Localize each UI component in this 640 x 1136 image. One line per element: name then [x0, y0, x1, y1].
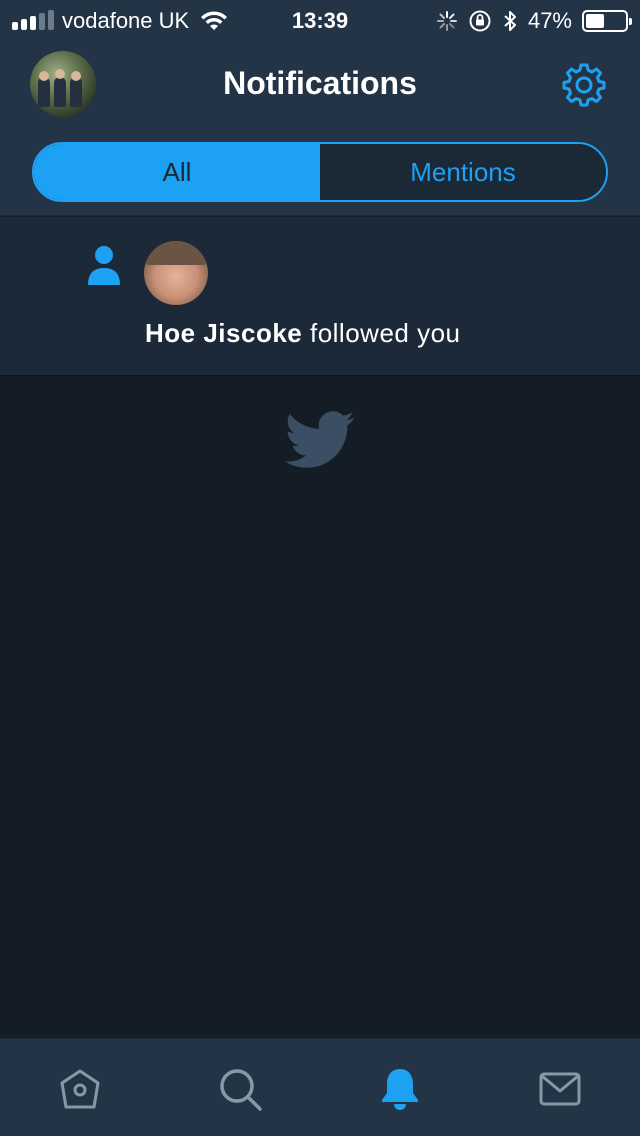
status-bar-right: 47% [436, 8, 632, 34]
notification-action: followed you [302, 318, 461, 348]
page-title: Notifications [223, 65, 417, 101]
battery-percent: 47% [527, 8, 572, 33]
wifi-icon [201, 11, 228, 30]
battery-level-fill [586, 14, 604, 28]
search-icon[interactable] [216, 1065, 264, 1113]
signal-strength-icon [12, 10, 54, 30]
tab-all[interactable]: All [34, 144, 320, 200]
battery-icon [582, 10, 632, 32]
notification-item[interactable]: Hoe Jiscoke followed you [0, 217, 640, 376]
messages-icon[interactable] [536, 1065, 584, 1113]
follower-avatar[interactable] [144, 241, 208, 305]
bluetooth-icon [504, 11, 516, 31]
status-bar-left: vodafone UK [12, 8, 229, 34]
status-bar: vodafone UK 13:39 47% [0, 0, 640, 40]
activity-spinner-icon [436, 11, 457, 31]
notifications-icon[interactable] [376, 1065, 424, 1113]
notifications-header: Notifications All Mentions [0, 40, 640, 216]
tab-mentions[interactable]: Mentions [320, 144, 606, 200]
follow-person-icon [88, 246, 120, 285]
gear-icon[interactable] [562, 63, 606, 107]
carrier-name: vodafone UK [62, 8, 190, 33]
orientation-lock-icon [469, 10, 491, 32]
home-icon[interactable] [56, 1065, 104, 1113]
follower-name[interactable]: Hoe Jiscoke [145, 318, 302, 348]
notification-text: Hoe Jiscoke followed you [145, 318, 461, 349]
twitter-bird-icon [286, 411, 355, 468]
notifications-filter-tabs: All Mentions [32, 142, 608, 202]
bottom-tab-bar [0, 1038, 640, 1136]
